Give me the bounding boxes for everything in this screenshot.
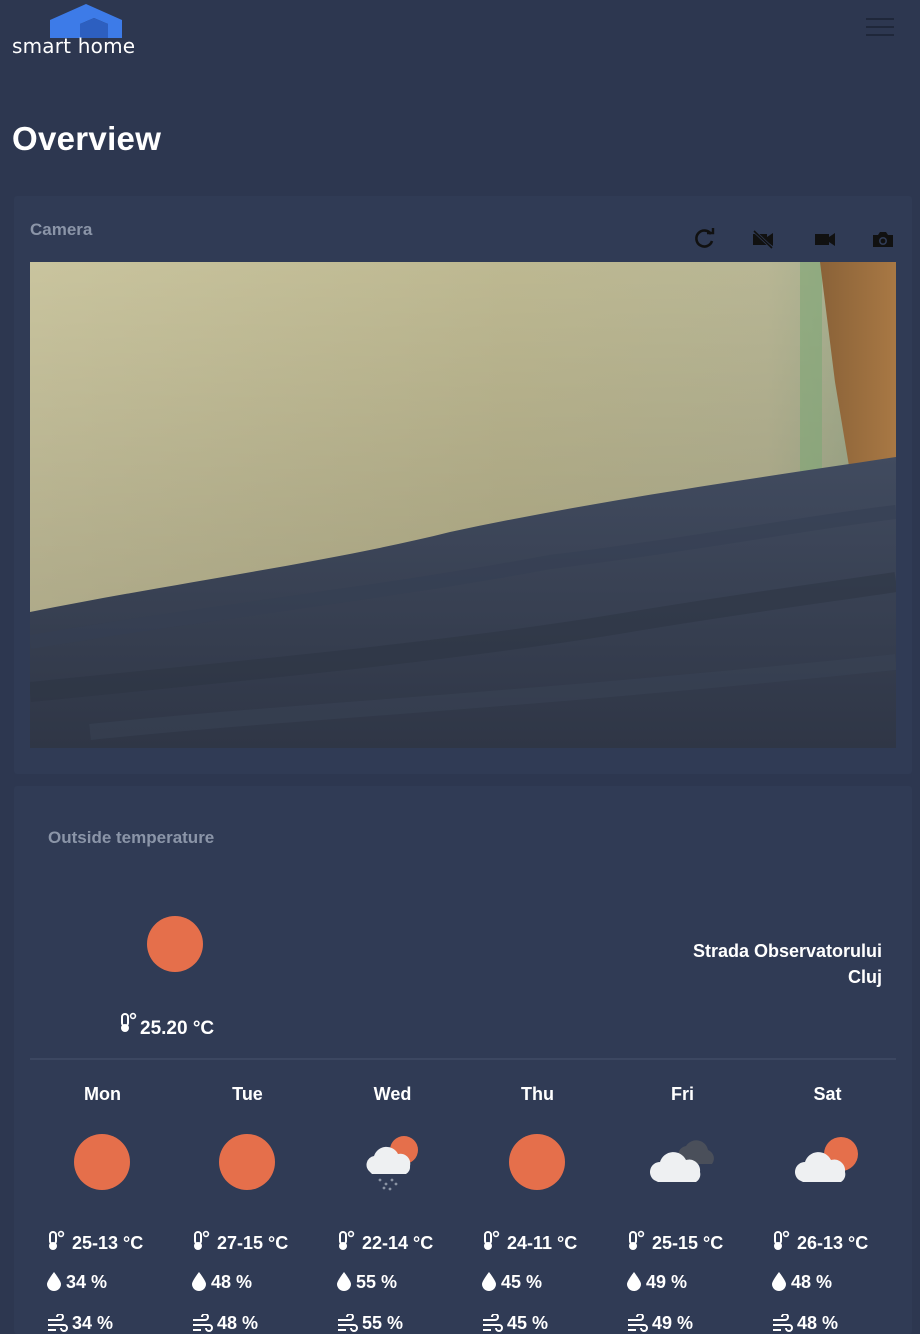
weather-card: Outside temperature 25.20 °C Strada Obse… (14, 786, 912, 1334)
thermometer-icon (194, 1230, 210, 1250)
forecast-humidity-value: 49 % (646, 1272, 688, 1292)
location-city: Cluj (848, 967, 882, 987)
page-title: Overview (12, 120, 162, 157)
wind-icon (193, 1313, 213, 1332)
forecast-humidity-value: 34 % (66, 1272, 108, 1292)
wind-icon (483, 1313, 503, 1332)
hamburger-menu-icon[interactable] (862, 14, 898, 42)
current-temperature-value: 25.20 °C (140, 1018, 215, 1039)
forecast-humidity: 45 % (481, 1271, 542, 1293)
forecast-temperature: 24-11 °C (481, 1230, 577, 1254)
forecast-wind: 34 % (46, 1313, 113, 1334)
forecast-day: Fri 25-15 °C 49 % 49 % (610, 1076, 755, 1334)
water-drop-icon (337, 1272, 351, 1291)
forecast-humidity: 34 % (46, 1271, 107, 1293)
forecast-temp-value: 25-15 °C (652, 1233, 724, 1253)
wind-icon (628, 1313, 648, 1332)
current-temperature: 25.20 °C (118, 1012, 214, 1040)
water-drop-icon (192, 1272, 206, 1291)
forecast-humidity-value: 48 % (211, 1272, 253, 1292)
water-drop-icon (482, 1272, 496, 1291)
sun-icon (509, 1134, 565, 1190)
camera-image (30, 262, 896, 748)
camera-controls (690, 226, 893, 252)
sun-icon (147, 916, 203, 972)
forecast-temp-value: 22-14 °C (362, 1233, 434, 1253)
forecast-wind-value: 49 % (652, 1313, 694, 1333)
forecast-humidity-value: 55 % (356, 1272, 398, 1292)
camera-feed[interactable] (30, 262, 896, 748)
forecast-temp-value: 27-15 °C (217, 1233, 289, 1253)
video-camera-icon[interactable] (812, 226, 838, 252)
water-drop-icon (47, 1272, 61, 1291)
sun-icon (219, 1134, 275, 1190)
forecast-wind-value: 34 % (72, 1313, 114, 1333)
rain-cloud-sun-icon (366, 1136, 418, 1191)
forecast-wind: 49 % (626, 1313, 693, 1334)
forecast-day: Tue 27-15 °C 48 % 48 % (175, 1076, 320, 1334)
thermometer-icon (484, 1230, 500, 1250)
forecast-temperature: 22-14 °C (336, 1230, 433, 1254)
thermometer-icon (774, 1230, 790, 1250)
forecast-day: Thu 24-11 °C 45 % 45 % (465, 1076, 610, 1334)
forecast-day: Wed 22-14 °C 55 % 55 % (320, 1076, 465, 1334)
forecast-temp-value: 26-13 °C (797, 1233, 869, 1253)
video-off-icon[interactable] (750, 226, 776, 252)
water-drop-icon (627, 1272, 641, 1291)
thermometer-icon (49, 1230, 65, 1250)
forecast-wind-value: 48 % (217, 1313, 259, 1333)
camera-label: Camera (30, 220, 93, 239)
forecast-humidity-value: 48 % (791, 1272, 833, 1292)
cloud-sun-icon (795, 1137, 858, 1182)
wind-icon (773, 1313, 793, 1332)
wind-icon (48, 1313, 68, 1332)
forecast-humidity: 49 % (626, 1271, 687, 1293)
forecast-wind: 55 % (336, 1313, 403, 1334)
forecast-temperature: 25-15 °C (626, 1230, 723, 1254)
forecast: Mon 25-13 °C 34 % 34 % Tue 27-15 °C 48 %… (30, 1076, 900, 1334)
location: Strada Observatorului Cluj (693, 938, 882, 990)
refresh-icon[interactable] (692, 226, 718, 252)
forecast-day: Mon 25-13 °C 34 % 34 % (30, 1076, 175, 1334)
day-name: Tue (232, 1084, 263, 1104)
forecast-day: Sat 26-13 °C 48 % 48 % (755, 1076, 900, 1334)
forecast-temp-value: 25-13 °C (72, 1233, 144, 1253)
forecast-wind-value: 55 % (362, 1313, 404, 1333)
thermometer-icon (121, 1012, 137, 1032)
forecast-temp-value: 24-11 °C (507, 1233, 578, 1253)
smart-home-logo[interactable]: smart home (12, 2, 172, 62)
forecast-temperature: 27-15 °C (191, 1230, 288, 1254)
day-name: Thu (521, 1084, 554, 1104)
day-name: Fri (670, 1084, 694, 1104)
day-name: Mon (84, 1084, 121, 1104)
water-drop-icon (772, 1272, 786, 1291)
forecast-humidity: 48 % (191, 1271, 252, 1293)
forecast-humidity: 48 % (771, 1271, 832, 1293)
day-name: Wed (373, 1084, 412, 1104)
divider (30, 1058, 896, 1060)
thermometer-icon (629, 1230, 645, 1250)
forecast-wind-value: 48 % (797, 1313, 839, 1333)
dark-clouds-icon (650, 1140, 714, 1182)
forecast-wind: 48 % (771, 1313, 838, 1334)
weather-label: Outside temperature (48, 828, 215, 847)
camera-card: Camera (14, 196, 912, 774)
forecast-temperature: 26-13 °C (771, 1230, 868, 1254)
sun-icon (74, 1134, 130, 1190)
forecast-humidity: 55 % (336, 1271, 397, 1293)
day-name: Sat (813, 1084, 842, 1104)
logo-text: smart home (12, 34, 136, 58)
forecast-wind: 48 % (191, 1313, 258, 1334)
forecast-wind-value: 45 % (507, 1313, 549, 1333)
top-bar: smart home (0, 0, 920, 70)
forecast-temperature: 25-13 °C (46, 1230, 143, 1254)
camera-snapshot-icon[interactable] (870, 226, 896, 252)
wind-icon (338, 1313, 358, 1332)
thermometer-icon (339, 1230, 355, 1250)
forecast-humidity-value: 45 % (501, 1272, 543, 1292)
forecast-wind: 45 % (481, 1313, 548, 1334)
house-logo-icon (50, 4, 122, 38)
location-street: Strada Observatorului (692, 941, 882, 961)
